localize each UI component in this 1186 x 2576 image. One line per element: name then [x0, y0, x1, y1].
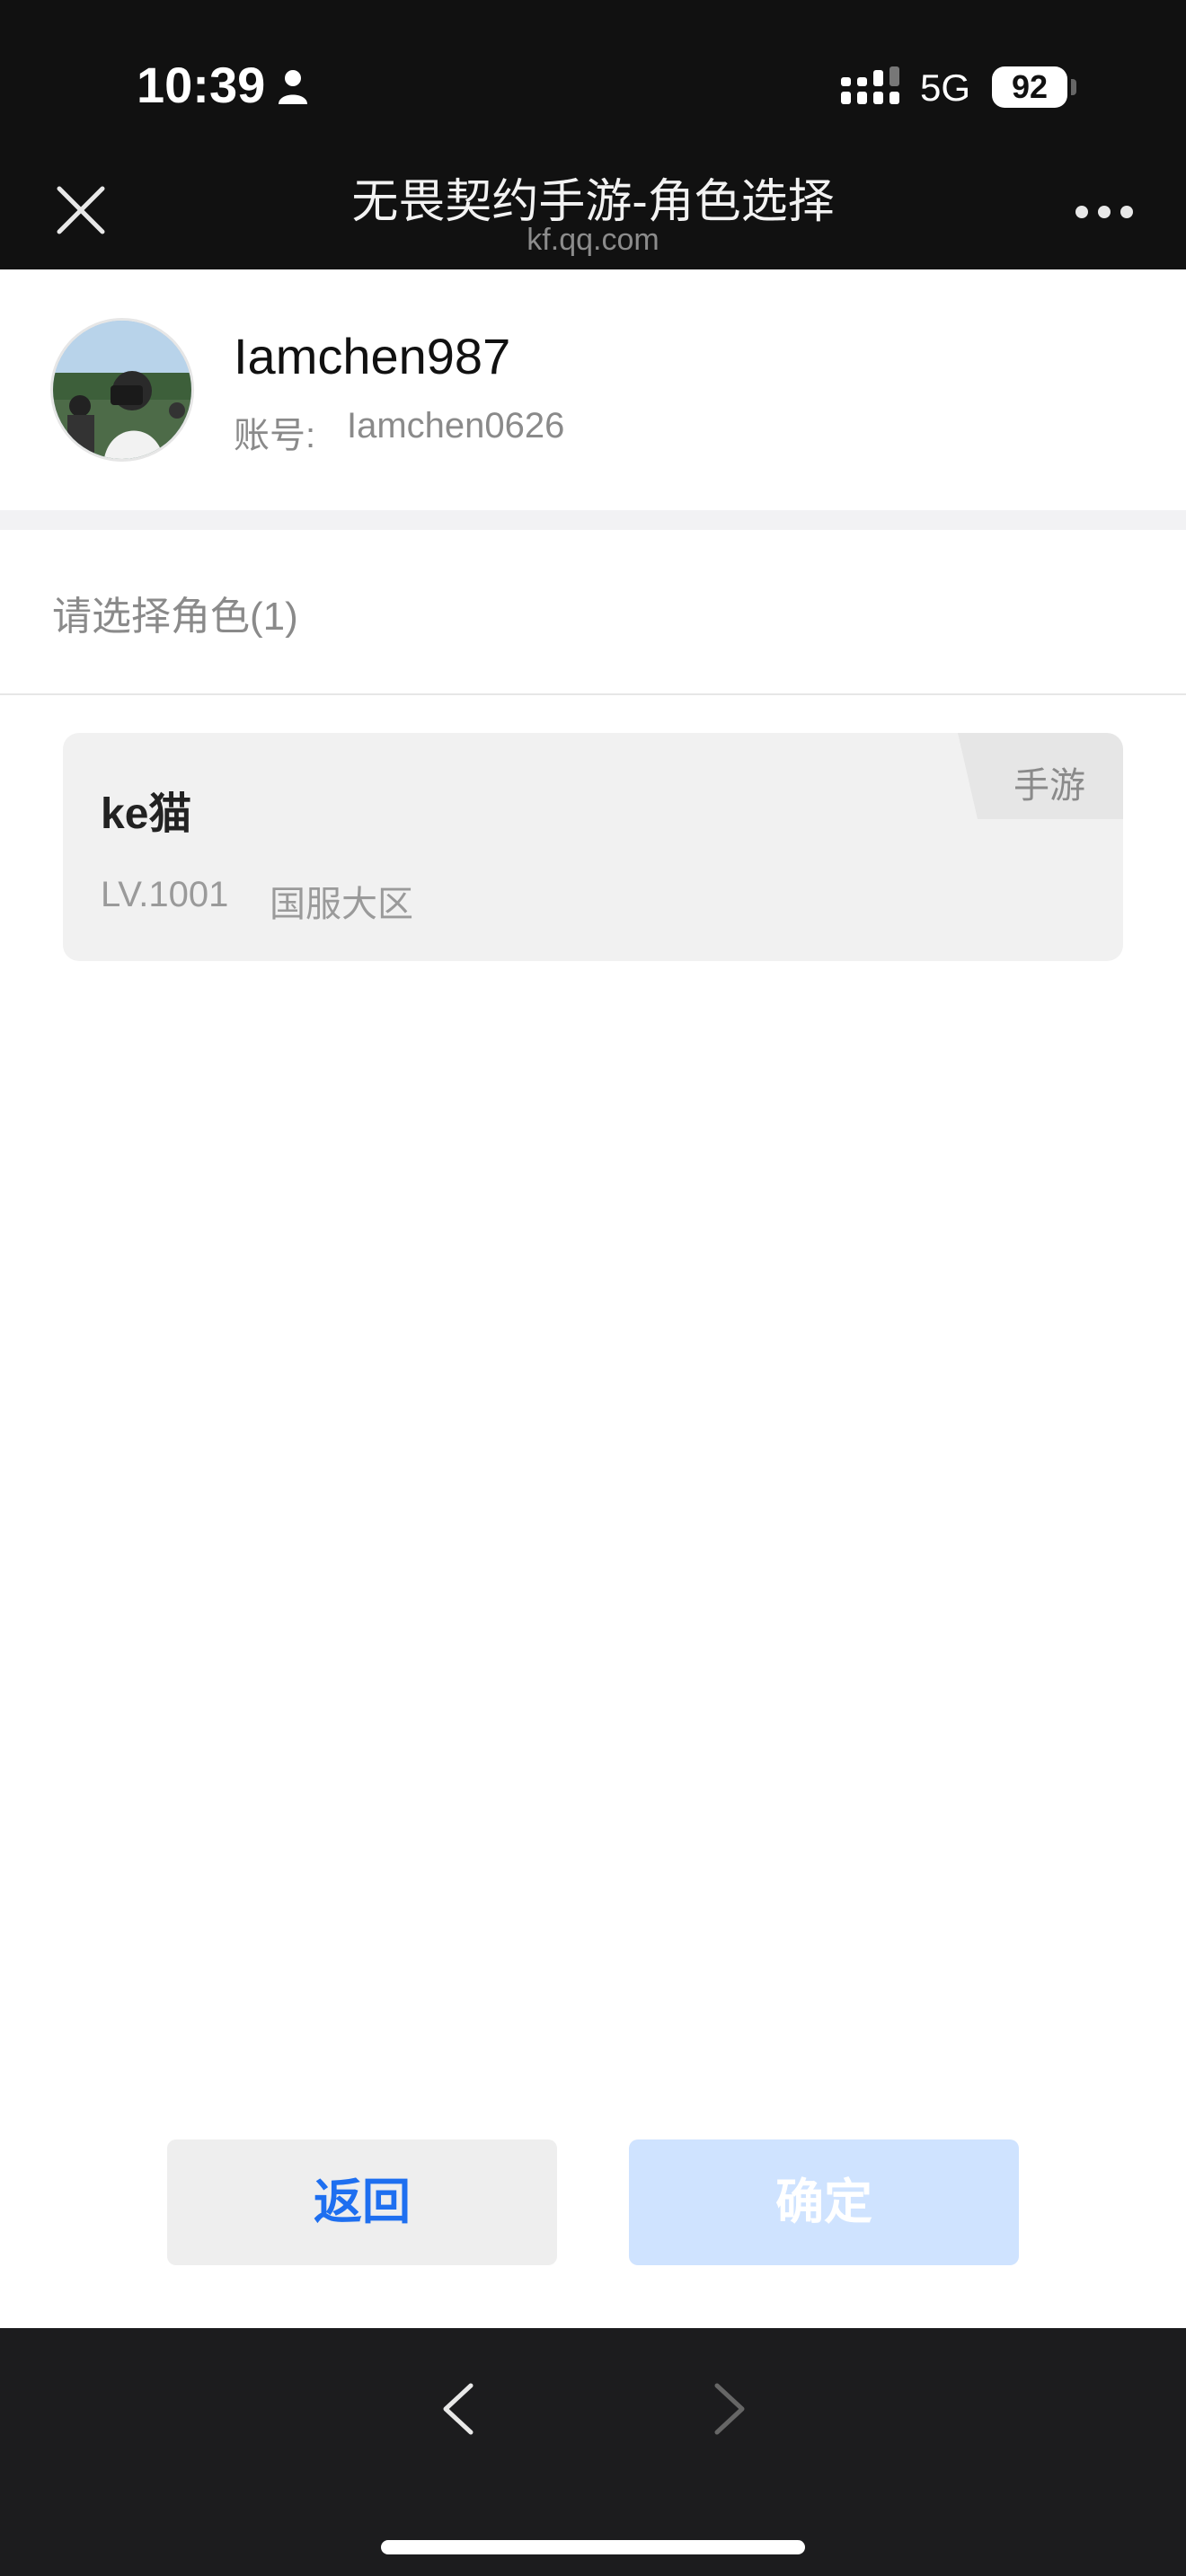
section-divider [0, 510, 1186, 530]
role-card[interactable]: 手游 ke猫 LV.1001 国服大区 [63, 733, 1123, 961]
more-icon[interactable] [1075, 205, 1134, 219]
role-level: LV.1001 [101, 875, 229, 914]
role-name: ke猫 [101, 790, 192, 838]
account-header: Iamchen987 账号: Iamchen0626 [0, 269, 1186, 510]
role-server: 国服大区 [270, 885, 413, 924]
chevron-right-icon[interactable] [710, 2380, 749, 2438]
status-time: 10:39 [137, 57, 266, 113]
back-button[interactable]: 返回 [167, 2139, 557, 2265]
signal-icon [841, 66, 899, 104]
account-id-value: Iamchen0626 [347, 406, 565, 446]
page-title: 无畏契约手游-角色选择 [351, 176, 835, 228]
status-bar: 10:39 5G 92 [0, 0, 1186, 144]
chevron-left-icon[interactable] [438, 2380, 478, 2438]
nav-bar: 无畏契约手游-角色选择 kf.qq.com [0, 144, 1186, 269]
battery-icon: 92 [992, 66, 1067, 108]
account-id-label: 账号: [234, 416, 316, 455]
avatar-photo [53, 321, 191, 459]
role-list-header: 请选择角色(1) [0, 530, 1186, 695]
person-icon [279, 70, 307, 104]
battery-level: 92 [1011, 68, 1049, 105]
account-name: Iamchen987 [234, 328, 511, 384]
role-tag-label: 手游 [1013, 766, 1085, 806]
role-list-title: 请选择角色(1) [52, 595, 298, 639]
avatar [50, 318, 194, 462]
network-type: 5G [920, 66, 971, 109]
home-indicator[interactable] [381, 2540, 805, 2554]
browser-toolbar [0, 2328, 1186, 2576]
page-domain: kf.qq.com [527, 223, 659, 257]
battery-cap [1071, 79, 1076, 95]
confirm-button[interactable]: 确定 [629, 2139, 1019, 2265]
